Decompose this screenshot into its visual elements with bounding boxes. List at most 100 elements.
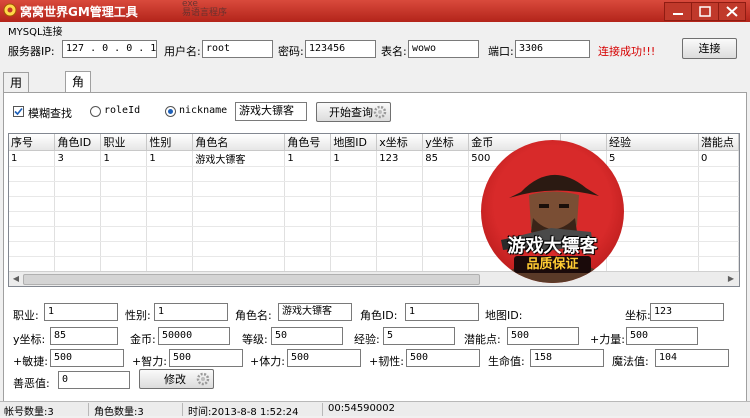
horizontal-scrollbar[interactable]: ◀ ▶ xyxy=(9,271,739,286)
tab-user-management[interactable]: 用户管理 xyxy=(3,72,30,150)
potential-input[interactable]: 500 xyxy=(507,327,579,345)
empty-cell xyxy=(54,181,102,197)
minimize-button[interactable] xyxy=(664,2,692,21)
table-row[interactable]: 1 3 1 1 游戏大镖客 1 1 123 85 500 5 0 xyxy=(9,150,739,167)
power-label: +力量: xyxy=(590,333,625,346)
hp-input[interactable]: 158 xyxy=(530,349,604,367)
y-coord-input[interactable]: 85 xyxy=(50,327,118,345)
job-input[interactable]: 1 xyxy=(44,303,118,321)
x-coord-input[interactable]: 123 xyxy=(650,303,724,321)
column-header[interactable]: y坐标 xyxy=(422,134,470,151)
empty-cell xyxy=(698,196,739,212)
exp-input[interactable]: 5 xyxy=(383,327,455,345)
sex-input[interactable]: 1 xyxy=(154,303,228,321)
empty-cell xyxy=(146,166,194,182)
search-input[interactable]: 游戏大镖客 xyxy=(235,102,307,121)
empty-cell xyxy=(146,241,194,257)
scrollbar-thumb[interactable] xyxy=(23,274,480,285)
start-query-button[interactable]: 开始查询 xyxy=(316,102,391,122)
empty-cell xyxy=(146,196,194,212)
empty-cell xyxy=(54,166,102,182)
empty-cell xyxy=(192,211,286,227)
empty-cell xyxy=(330,181,378,197)
exp-label: 经验: xyxy=(354,333,380,346)
column-header[interactable]: 职业 xyxy=(100,134,148,151)
empty-cell xyxy=(284,256,332,272)
table-body: 1 3 1 1 游戏大镖客 1 1 123 85 500 5 0 xyxy=(9,150,739,286)
column-header[interactable]: 角色ID xyxy=(54,134,102,151)
agility-input[interactable]: 500 xyxy=(50,349,124,367)
empty-cell xyxy=(192,241,286,257)
empty-cell xyxy=(698,226,739,242)
empty-cell xyxy=(54,256,102,272)
x-coord-label: 坐标: xyxy=(625,309,651,322)
fuzzy-search-label: 模糊查找 xyxy=(28,107,72,120)
empty-cell xyxy=(330,241,378,257)
password-input[interactable]: 123456 xyxy=(305,40,376,58)
close-button[interactable] xyxy=(718,2,746,21)
empty-cell xyxy=(284,241,332,257)
column-header[interactable]: 性别 xyxy=(146,134,194,151)
empty-cell xyxy=(192,181,286,197)
empty-cell xyxy=(100,166,148,182)
level-input[interactable]: 50 xyxy=(271,327,343,345)
role-table[interactable]: 序号 角色ID 职业 性别 角色名 角色号 地图ID x坐标 y坐标 金币 经验 潜能点 1 3 1 1 游戏… xyxy=(8,133,740,287)
tab-role-management[interactable]: 角色管理 xyxy=(65,71,92,149)
scroll-left-icon[interactable]: ◀ xyxy=(10,273,22,284)
empty-cell xyxy=(284,166,332,182)
empty-cell xyxy=(376,211,424,227)
empty-cell xyxy=(54,196,102,212)
promo-badge: 游戏大镖客 品质保证 xyxy=(481,140,624,283)
empty-cell xyxy=(284,196,332,212)
column-header[interactable]: 角色名 xyxy=(192,134,286,151)
modify-button[interactable]: 修改 xyxy=(139,369,214,389)
empty-row xyxy=(9,181,739,197)
column-header[interactable]: 角色号 xyxy=(284,134,332,151)
karma-input[interactable]: 0 xyxy=(58,371,130,389)
scroll-right-icon[interactable]: ▶ xyxy=(725,273,737,284)
level-label: 等级: xyxy=(242,333,268,346)
empty-cell xyxy=(330,196,378,212)
column-header[interactable]: 序号 xyxy=(9,134,56,151)
table-name-input[interactable]: wowo xyxy=(408,40,479,58)
fuzzy-search-checkbox[interactable] xyxy=(13,106,24,117)
column-header[interactable]: 地图ID xyxy=(330,134,378,151)
server-ip-input[interactable]: 127 . 0 . 0 . 1 xyxy=(62,40,157,58)
mp-input[interactable]: 104 xyxy=(655,349,729,367)
column-header[interactable]: 潜能点 xyxy=(698,134,739,151)
empty-cell xyxy=(9,226,56,242)
port-input[interactable]: 3306 xyxy=(515,40,590,58)
role-name-input[interactable]: 游戏大镖客 xyxy=(278,303,352,321)
maximize-button[interactable] xyxy=(691,2,719,21)
empty-cell xyxy=(330,256,378,272)
gold-input[interactable]: 50000 xyxy=(158,327,230,345)
map-id-label: 地图ID: xyxy=(485,309,523,322)
stamina-label: +体力: xyxy=(250,355,285,368)
status-separator xyxy=(88,403,89,416)
y-coord-label: y坐标: xyxy=(13,333,46,346)
column-header[interactable]: x坐标 xyxy=(376,134,424,151)
connection-status: 连接成功!!! xyxy=(598,45,656,58)
empty-cell xyxy=(376,226,424,242)
empty-cell xyxy=(100,181,148,197)
power-input[interactable]: 500 xyxy=(626,327,698,345)
empty-cell xyxy=(330,166,378,182)
intelligence-input[interactable]: 500 xyxy=(169,349,243,367)
username-input[interactable]: root xyxy=(202,40,273,58)
empty-cell xyxy=(9,211,56,227)
empty-cell xyxy=(422,241,470,257)
role-id-input[interactable]: 1 xyxy=(405,303,479,321)
nickname-radio[interactable] xyxy=(165,106,176,117)
table-cell: 1 xyxy=(330,150,378,167)
table-cell: 0 xyxy=(698,150,739,167)
stamina-input[interactable]: 500 xyxy=(287,349,361,367)
roleid-radio[interactable] xyxy=(90,106,101,117)
connect-button[interactable]: 连接 xyxy=(682,38,737,59)
empty-cell xyxy=(9,196,56,212)
empty-cell xyxy=(330,226,378,242)
table-name-label: 表名: xyxy=(381,45,407,58)
empty-row xyxy=(9,196,739,212)
toughness-input[interactable]: 500 xyxy=(406,349,480,367)
empty-cell xyxy=(376,181,424,197)
status-separator xyxy=(182,403,183,416)
